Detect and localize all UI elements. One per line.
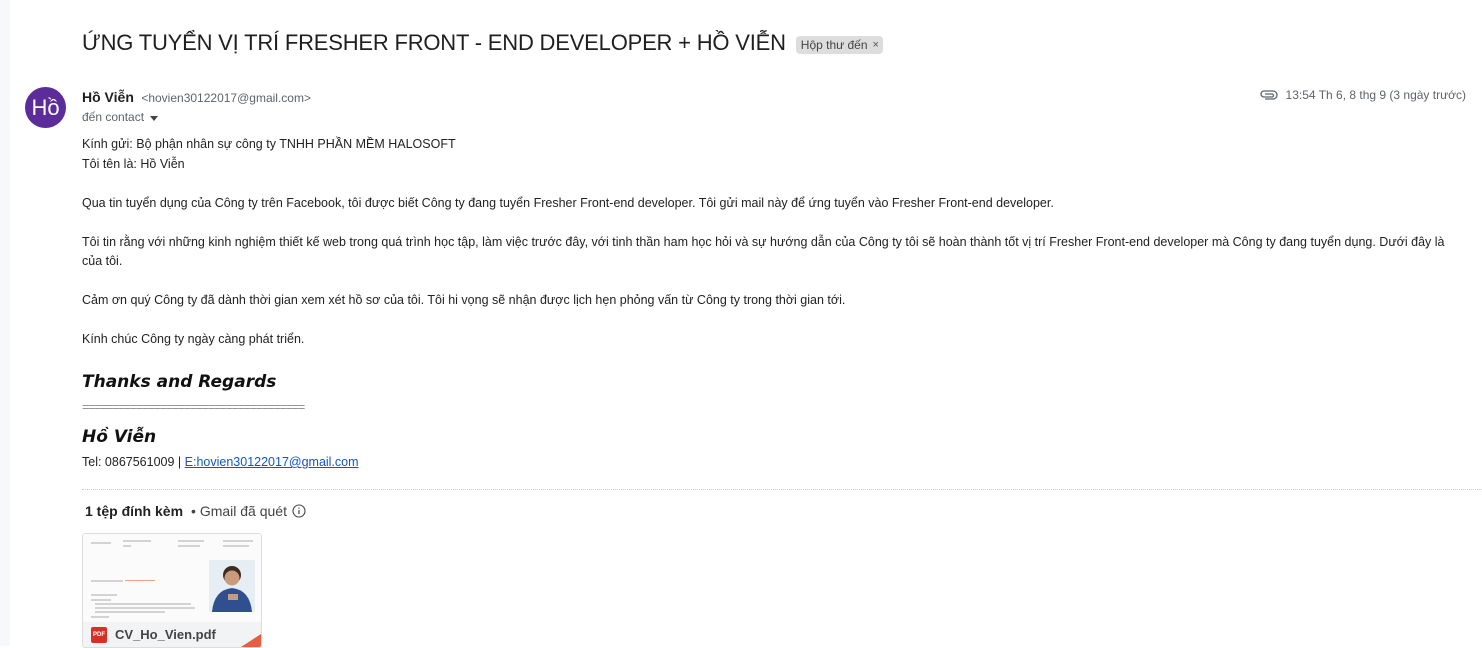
- pdf-icon: PDF: [91, 626, 107, 643]
- attachments-header: 1 tệp đính kèm • Gmail đã quét: [85, 503, 306, 519]
- inbox-label-chip[interactable]: Hộp thư đến ×: [795, 35, 883, 54]
- recipient-line[interactable]: đến contact: [82, 110, 159, 124]
- subject-row: ỨNG TUYỂN VỊ TRÍ FRESHER FRONT - END DEV…: [82, 30, 883, 56]
- email-subject: ỨNG TUYỂN VỊ TRÍ FRESHER FRONT - END DEV…: [82, 30, 786, 55]
- attachment-thumbnail[interactable]: PDF CV_Ho_Vien.pdf: [82, 533, 262, 648]
- signature-thanks: Thanks and Regards: [82, 372, 277, 392]
- sender-avatar[interactable]: Hồ: [25, 87, 66, 128]
- info-icon[interactable]: [292, 504, 306, 518]
- body-line-greeting: Kính gửi: Bộ phận nhân sự công ty TNHH P…: [82, 137, 456, 151]
- cv-photo: [209, 560, 255, 612]
- body-paragraph-1: Qua tin tuyển dụng của Công ty trên Face…: [82, 195, 1054, 210]
- caret-down-icon[interactable]: [150, 115, 159, 121]
- signature-separator: =====================================: [82, 400, 305, 414]
- signature-name: Hồ Viễn: [82, 427, 157, 447]
- avatar-initials: Hồ: [31, 94, 60, 120]
- email-meta: 13:54 Th 6, 8 thg 9 (3 ngày trước): [1259, 88, 1466, 102]
- left-sidebar-edge: [0, 0, 10, 646]
- signature-tel: Tel: 0867561009 |: [82, 455, 185, 469]
- recipient-text: đến contact: [82, 110, 145, 124]
- body-paragraph-2-line-1: Tôi tin rằng với những kinh nghiệm thiết…: [82, 234, 1445, 249]
- attachment-count: 1 tệp đính kèm: [85, 503, 184, 519]
- signature-email-link[interactable]: E:hovien30122017@gmail.com: [185, 455, 359, 469]
- body-line-name: Tôi tên là: Hồ Viễn: [82, 156, 185, 171]
- body-paragraph-3: Cảm ơn quý Công ty đã dành thời gian xem…: [82, 293, 846, 307]
- inbox-label-text: Hộp thư đến: [800, 37, 868, 52]
- pdf-preview: [83, 534, 261, 622]
- attachment-footer: PDF CV_Ho_Vien.pdf: [83, 622, 261, 647]
- attachments-divider: [82, 489, 1482, 490]
- body-paragraph-4: Kính chúc Công ty ngày càng phát triển.: [82, 332, 305, 346]
- sender-line: Hồ Viễn <hovien30122017@gmail.com>: [82, 89, 311, 107]
- attachment-filename[interactable]: CV_Ho_Vien.pdf: [115, 627, 216, 642]
- email-timestamp: 13:54 Th 6, 8 thg 9 (3 ngày trước): [1285, 88, 1466, 102]
- paperclip-icon: [1259, 90, 1278, 100]
- page-fold-corner: [241, 634, 261, 647]
- sender-name[interactable]: Hồ Viễn: [82, 89, 134, 105]
- remove-label-icon[interactable]: ×: [873, 39, 879, 51]
- email-body: Kính gửi: Bộ phận nhân sự công ty TNHH P…: [82, 135, 1482, 350]
- scan-status: • Gmail đã quét: [191, 503, 287, 519]
- sender-email[interactable]: <hovien30122017@gmail.com>: [141, 91, 311, 105]
- body-paragraph-2-line-2: của tôi.: [82, 254, 123, 268]
- signature-contact: Tel: 0867561009 | E:hovien30122017@gmail…: [82, 455, 359, 469]
